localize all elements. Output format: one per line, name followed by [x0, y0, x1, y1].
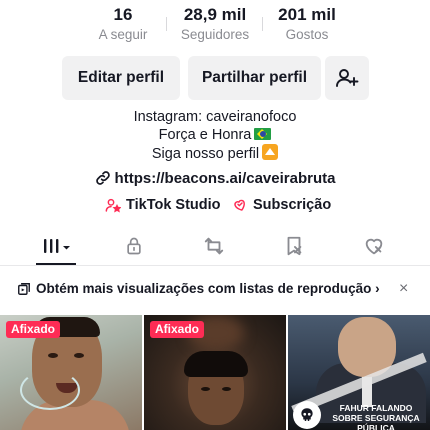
tab-reposts[interactable]	[192, 226, 236, 266]
add-user-icon	[336, 69, 359, 87]
thumbnail-oxygen-tube	[20, 370, 80, 410]
bio-follow-text: Siga nosso perfil	[151, 146, 260, 162]
likes-stat[interactable]: 201 mil Gostos	[257, 4, 357, 44]
tab-private[interactable]	[112, 226, 156, 266]
skull-logo-icon	[293, 401, 321, 429]
thumbnail-eye	[74, 353, 84, 358]
studio-person-star-icon	[105, 198, 121, 213]
repost-icon	[204, 237, 224, 255]
bookmark-icon	[287, 236, 302, 256]
creator-quick-links: TikTok Studio Subscrição	[0, 197, 430, 217]
bio-line-follow: Siga nosso perfil	[0, 144, 430, 163]
active-tab-indicator	[36, 263, 76, 265]
thumbnail-eye	[48, 353, 58, 358]
grid-videos-icon	[44, 239, 70, 253]
video-caption: FAHUR FALANDO SOBRE SEGURANÇA PÚBLICA	[332, 403, 420, 430]
bio-link-text: https://beacons.ai/caveirabruta	[114, 170, 336, 187]
tab-liked[interactable]	[352, 226, 396, 266]
following-stat[interactable]: 16 A seguir	[73, 4, 173, 44]
video-thumbnail[interactable]: Afixado	[144, 315, 286, 430]
bio-motto-text: Força e Honra	[158, 127, 252, 143]
followers-label: Seguidores	[180, 27, 250, 42]
subscription-heart-icon	[234, 199, 245, 211]
followers-count: 28,9 mil	[183, 5, 247, 24]
bio-link[interactable]: https://beacons.ai/caveirabruta	[0, 170, 430, 187]
tab-favorites[interactable]	[272, 226, 316, 266]
subscription-label: Subscrição	[253, 197, 332, 213]
profile-bio: Instagram: caveiranofoco Força e Honra S…	[0, 108, 430, 163]
video-grid: Afixado Afixado FAHUR FALANDO SOBRE SEGU…	[0, 315, 430, 430]
add-friend-button[interactable]	[325, 56, 369, 100]
playlist-banner-label: Obtém mais visualizações com listas de r…	[36, 281, 372, 296]
edit-profile-button[interactable]: Editar perfil	[62, 56, 180, 100]
pinned-badge: Afixado	[6, 321, 61, 338]
tiktok-studio-label: TikTok Studio	[126, 197, 221, 213]
thumbnail-eye	[222, 387, 231, 391]
bio-line-instagram: Instagram: caveiranofoco	[133, 109, 297, 125]
lock-icon	[127, 237, 141, 255]
tiktok-studio-link[interactable]: TikTok Studio	[105, 197, 221, 213]
liked-heart-icon	[365, 238, 383, 255]
video-thumbnail[interactable]: Afixado	[0, 315, 142, 430]
thumbnail-face	[184, 351, 248, 425]
playlist-banner-text: Obtém mais visualizações com listas de r…	[36, 281, 380, 296]
up-arrow-emoji-icon	[262, 144, 279, 160]
link-icon	[95, 171, 110, 185]
thumbnail-eye	[201, 387, 210, 391]
playlist-icon	[18, 283, 30, 295]
share-profile-button[interactable]: Partilhar perfil	[188, 56, 321, 100]
profile-actions: Editar perfil Partilhar perfil	[0, 56, 430, 100]
close-icon[interactable]: ×	[399, 280, 408, 298]
subscription-link[interactable]: Subscrição	[232, 197, 331, 213]
brazil-flag-icon	[254, 128, 272, 140]
thumbnail-hair	[184, 351, 248, 377]
playlist-banner[interactable]: Obtém mais visualizações com listas de r…	[0, 272, 430, 306]
profile-stats: 16 A seguir 28,9 mil Seguidores 201 mil …	[0, 4, 430, 46]
profile-tabs	[0, 226, 430, 266]
pinned-badge: Afixado	[150, 321, 205, 338]
video-thumbnail[interactable]: FAHUR FALANDO SOBRE SEGURANÇA PÚBLICA	[288, 315, 430, 430]
tab-videos[interactable]	[35, 226, 79, 266]
following-count: 16	[113, 5, 133, 24]
chevron-right-icon: ›	[375, 281, 380, 296]
likes-label: Gostos	[285, 27, 329, 42]
likes-count: 201 mil	[278, 5, 336, 24]
bio-line-motto: Força e Honra	[0, 126, 430, 144]
followers-stat[interactable]: 28,9 mil Seguidores	[165, 4, 265, 44]
following-label: A seguir	[98, 27, 148, 42]
